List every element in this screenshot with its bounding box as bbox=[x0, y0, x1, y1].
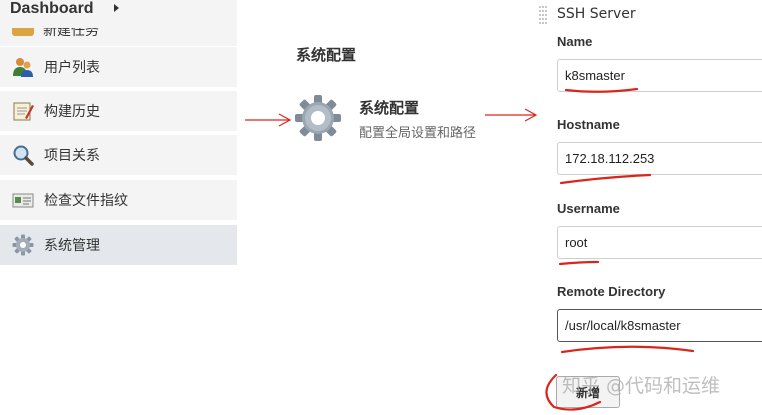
hostname-label: Hostname bbox=[557, 117, 620, 132]
hostname-input[interactable]: 172.18.112.253 bbox=[557, 142, 762, 175]
breadcrumb-arrow-icon[interactable] bbox=[114, 4, 119, 12]
sidebar-item-project-relations[interactable]: 项目关系 bbox=[0, 135, 237, 175]
sidebar-item-label: 项目关系 bbox=[44, 148, 100, 164]
watermark: 知乎 @代码和运维 bbox=[562, 375, 721, 397]
configure-system-description: 配置全局设置和路径 bbox=[359, 126, 477, 141]
username-input[interactable]: root bbox=[557, 226, 762, 259]
sidebar-item-label: 系统管理 bbox=[44, 238, 100, 254]
notepad-icon bbox=[13, 102, 34, 121]
sidebar-item-build-history[interactable]: 构建历史 bbox=[0, 91, 237, 131]
name-label: Name bbox=[557, 34, 593, 49]
name-input[interactable]: k8smaster bbox=[557, 59, 762, 92]
sidebar-item-label: 检查文件指纹 bbox=[44, 193, 128, 209]
ssh-server-title: SSH Server bbox=[557, 6, 636, 22]
fingerprint-icon bbox=[12, 193, 34, 208]
sidebar-item-system-manage[interactable]: 系统管理 bbox=[0, 225, 237, 265]
sidebar-item-users[interactable]: 用户列表 bbox=[0, 47, 237, 87]
users-icon bbox=[13, 58, 33, 77]
dashboard-breadcrumb[interactable]: Dashboard bbox=[0, 0, 237, 28]
dashboard-label[interactable]: Dashboard bbox=[10, 0, 94, 17]
remote-directory-label: Remote Directory bbox=[557, 284, 666, 299]
annotation-arrow-icon bbox=[245, 113, 292, 127]
remote-directory-input[interactable]: /usr/local/k8smaster bbox=[557, 309, 762, 342]
configure-gear-icon[interactable] bbox=[294, 94, 342, 142]
username-label: Username bbox=[557, 201, 620, 216]
sidebar-item-label: 新建任务 bbox=[43, 28, 99, 39]
annotation-arrow-icon bbox=[485, 108, 538, 122]
sidebar-item-label: 用户列表 bbox=[44, 60, 100, 76]
magnifier-icon bbox=[13, 145, 34, 166]
sidebar: Dashboard 新建任务 用户列表 构建历史 项目关系 检查文件指纹 系统管… bbox=[0, 0, 237, 415]
gear-icon bbox=[12, 234, 34, 256]
new-task-icon bbox=[12, 28, 34, 36]
configure-system-link[interactable]: 系统配置 bbox=[359, 97, 419, 118]
section-title: 系统配置 bbox=[296, 46, 357, 64]
sidebar-item-new-task[interactable]: 新建任务 bbox=[0, 28, 237, 46]
sidebar-item-fingerprint[interactable]: 检查文件指纹 bbox=[0, 180, 237, 220]
sidebar-item-label: 构建历史 bbox=[44, 104, 100, 120]
drag-handle-icon[interactable] bbox=[538, 5, 548, 25]
